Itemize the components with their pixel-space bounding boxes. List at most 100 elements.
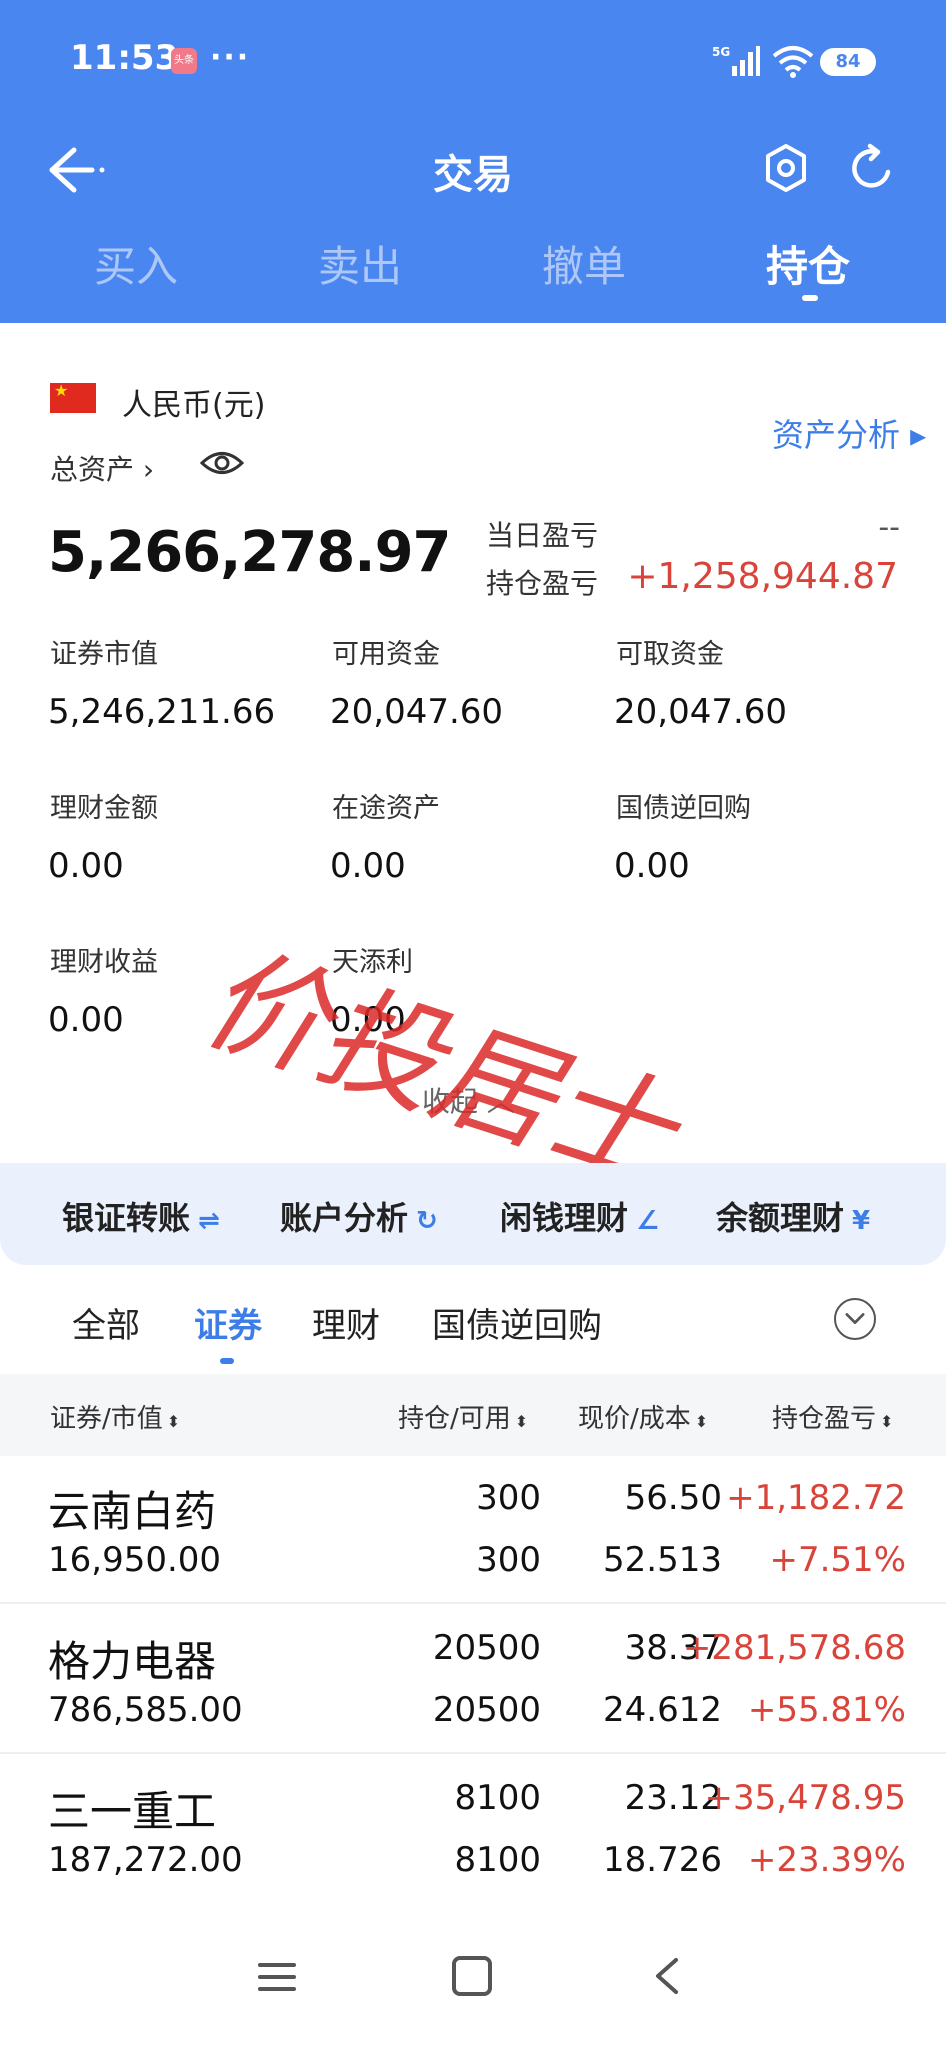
market-value: 786,585.00 bbox=[48, 1690, 243, 1730]
chevron-down-icon[interactable] bbox=[834, 1298, 876, 1340]
table-row[interactable]: 格力电器 786,585.00 20500 20500 38.37 24.612… bbox=[0, 1606, 946, 1754]
asset-analysis-link[interactable]: 资产分析 ▸ bbox=[772, 410, 926, 456]
header-pl[interactable]: 持仓盈亏 ⬍ bbox=[772, 1398, 893, 1435]
battery-icon: 84 bbox=[820, 48, 876, 76]
sort-icon: ⬍ bbox=[880, 1412, 894, 1431]
china-flag-icon bbox=[50, 383, 96, 413]
securities-value-label: 证券市值 bbox=[50, 639, 158, 670]
position-pl: +1,182.72 bbox=[726, 1478, 906, 1518]
header-pl-label: 持仓盈亏 bbox=[772, 1404, 877, 1434]
available-qty: 8100 bbox=[454, 1840, 541, 1880]
reverse-repo-label: 国债逆回购 bbox=[616, 793, 751, 824]
status-time: 11:53 bbox=[70, 38, 179, 78]
available-funds-value: 20,047.60 bbox=[330, 692, 504, 732]
idle-money-label: 闲钱理财 bbox=[500, 1199, 629, 1237]
table-row[interactable]: 云南白药 16,950.00 300 300 56.50 52.513 +1,1… bbox=[0, 1456, 946, 1604]
position-qty: 300 bbox=[476, 1478, 541, 1518]
tab-positions[interactable]: 持仓 bbox=[718, 233, 898, 294]
eye-icon[interactable] bbox=[200, 448, 244, 478]
wealth-amount-value: 0.00 bbox=[48, 846, 124, 886]
tab-buy[interactable]: 买入 bbox=[46, 233, 226, 294]
cost-price: 52.513 bbox=[603, 1540, 722, 1580]
in-transit-assets-label: 在途资产 bbox=[332, 793, 440, 824]
system-nav-bar bbox=[0, 1900, 946, 2048]
withdrawable-funds-label: 可取资金 bbox=[616, 639, 724, 670]
table-row[interactable]: 三一重工 187,272.00 8100 8100 23.12 18.726 +… bbox=[0, 1756, 946, 1904]
sort-icon: ⬍ bbox=[166, 1412, 181, 1431]
position-pl-pct: +55.81% bbox=[747, 1690, 906, 1730]
gear-icon[interactable] bbox=[760, 142, 812, 194]
balance-wealth-label: 余额理财 bbox=[716, 1199, 845, 1237]
market-value: 187,272.00 bbox=[48, 1840, 243, 1880]
account-analysis-label: 账户分析 bbox=[280, 1199, 409, 1237]
network-type: 5G bbox=[712, 45, 730, 59]
bank-transfer-button[interactable]: 银证转账 ⇌ bbox=[62, 1193, 220, 1239]
stock-name: 云南白药 bbox=[48, 1487, 217, 1536]
header-security-label: 证券/市值 bbox=[50, 1404, 163, 1434]
bank-transfer-label: 银证转账 bbox=[62, 1199, 191, 1237]
header-security[interactable]: 证券/市值 ⬍ bbox=[50, 1398, 180, 1435]
more-notifications-icon: ··· bbox=[210, 40, 251, 75]
home-icon[interactable] bbox=[452, 1956, 492, 1996]
account-analysis-button[interactable]: 账户分析 ↻ bbox=[280, 1193, 438, 1239]
wealth-income-label: 理财收益 bbox=[50, 947, 158, 978]
total-assets-label[interactable]: 总资产 › bbox=[50, 448, 154, 488]
position-pl: +281,578.68 bbox=[682, 1628, 906, 1668]
wifi-icon bbox=[772, 46, 814, 78]
status-bar: 11:53 头条 ··· 5G 84 bbox=[0, 0, 946, 120]
filter-tab-wealth[interactable]: 理财 bbox=[312, 1298, 380, 1347]
position-pl-pct: +7.51% bbox=[769, 1540, 907, 1580]
nav-bar: 交易 bbox=[0, 130, 946, 210]
market-value: 16,950.00 bbox=[48, 1540, 222, 1580]
sort-icon: ⬍ bbox=[514, 1412, 529, 1431]
position-qty: 20500 bbox=[432, 1628, 541, 1668]
filter-tab-securities[interactable]: 证券 bbox=[194, 1298, 262, 1347]
yuan-icon: ¥ bbox=[852, 1206, 871, 1236]
transfer-icon: ⇌ bbox=[198, 1206, 220, 1236]
header-price[interactable]: 现价/成本 ⬍ bbox=[578, 1398, 708, 1435]
available-funds-label: 可用资金 bbox=[332, 639, 440, 670]
holding-pl-label: 持仓盈亏 bbox=[486, 567, 599, 600]
currency-label: 人民币(元) bbox=[122, 388, 266, 423]
stock-name: 三一重工 bbox=[48, 1787, 217, 1836]
position-qty: 8100 bbox=[454, 1778, 541, 1818]
day-pl-value: -- bbox=[878, 510, 900, 545]
header-position-label: 持仓/可用 bbox=[398, 1404, 511, 1434]
header-position[interactable]: 持仓/可用 ⬍ bbox=[398, 1398, 528, 1435]
sort-icon: ⬍ bbox=[694, 1412, 709, 1431]
refresh-icon[interactable] bbox=[846, 142, 898, 194]
quick-actions-bar: 银证转账 ⇌ 账户分析 ↻ 闲钱理财 ∠ 余额理财 ¥ bbox=[0, 1163, 946, 1265]
filter-tab-reverse-repo[interactable]: 国债逆回购 bbox=[432, 1298, 602, 1347]
cost-price: 24.612 bbox=[603, 1690, 722, 1730]
idle-money-button[interactable]: 闲钱理财 ∠ bbox=[500, 1193, 659, 1239]
header-price-label: 现价/成本 bbox=[578, 1404, 691, 1434]
active-tab-indicator bbox=[802, 295, 818, 301]
total-assets-value: 5,266,278.97 bbox=[48, 520, 452, 585]
notification-badge-icon: 头条 bbox=[171, 48, 197, 74]
position-pl: +35,478.95 bbox=[704, 1778, 906, 1818]
tab-sell[interactable]: 卖出 bbox=[270, 233, 450, 294]
available-qty: 20500 bbox=[432, 1690, 541, 1730]
idle-money-icon: ∠ bbox=[636, 1206, 660, 1236]
recent-apps-icon[interactable] bbox=[258, 1960, 296, 1994]
trade-tabs: 买入 卖出 撤单 持仓 bbox=[0, 225, 946, 315]
available-qty: 300 bbox=[476, 1540, 541, 1580]
cost-price: 18.726 bbox=[603, 1840, 722, 1880]
filter-tab-all[interactable]: 全部 bbox=[72, 1298, 140, 1347]
balance-wealth-button[interactable]: 余额理财 ¥ bbox=[716, 1193, 870, 1239]
wealth-income-value: 0.00 bbox=[48, 1000, 124, 1040]
stock-name: 格力电器 bbox=[48, 1637, 217, 1686]
app-header: 11:53 头条 ··· 5G 84 交易 买入 卖出 撤单 持仓 bbox=[0, 0, 946, 323]
in-transit-assets-value: 0.00 bbox=[330, 846, 406, 886]
signal-icon: 5G bbox=[712, 45, 760, 76]
filter-tab-indicator bbox=[220, 1358, 234, 1364]
holding-pl-value: +1,258,944.87 bbox=[627, 556, 898, 597]
withdrawable-funds-value: 20,047.60 bbox=[614, 692, 788, 732]
reverse-repo-value: 0.00 bbox=[614, 846, 690, 886]
securities-value: 5,246,211.66 bbox=[48, 692, 276, 732]
system-back-icon[interactable] bbox=[650, 1956, 686, 1996]
position-pl-pct: +23.39% bbox=[747, 1840, 906, 1880]
current-price: 56.50 bbox=[624, 1478, 722, 1518]
tab-cancel[interactable]: 撤单 bbox=[494, 233, 674, 294]
wealth-amount-label: 理财金额 bbox=[50, 793, 158, 824]
